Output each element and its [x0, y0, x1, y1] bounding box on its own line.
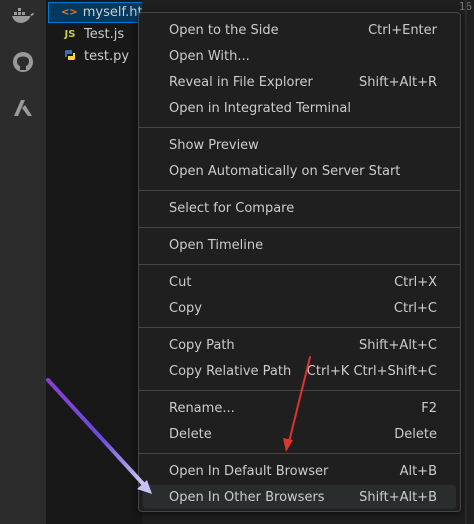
menu-item-reveal-in-file-explorer[interactable]: Reveal in File Explorer Shift+Alt+R [143, 70, 456, 94]
menu-item-open-with[interactable]: Open With... [143, 44, 456, 68]
menu-item-label: Rename... [169, 400, 235, 416]
javascript-file-icon: JS [64, 29, 76, 40]
menu-item-copy[interactable]: Copy Ctrl+C [143, 296, 456, 320]
file-name: test.py [84, 49, 130, 64]
menu-item-label: Cut [169, 274, 192, 290]
menu-item-label: Show Preview [169, 137, 259, 153]
menu-item-shortcut: Ctrl+Enter [368, 22, 437, 38]
menu-item-copy-relative-path[interactable]: Copy Relative Path Ctrl+K Ctrl+Shift+C [143, 359, 456, 383]
menu-item-shortcut: Shift+Alt+R [359, 74, 437, 90]
file-item-test-js[interactable]: JS Test.js [48, 24, 144, 45]
menu-item-cut[interactable]: Cut Ctrl+X [143, 270, 456, 294]
menu-item-shortcut: Delete [394, 426, 437, 442]
menu-item-open-in-default-browser[interactable]: Open In Default Browser Alt+B [143, 459, 456, 483]
menu-item-label: Open In Default Browser [169, 463, 329, 479]
menu-item-shortcut: Shift+Alt+B [359, 489, 437, 505]
menu-item-label: Select for Compare [169, 200, 295, 216]
file-name: Test.js [84, 27, 125, 42]
menu-item-rename[interactable]: Rename... F2 [143, 396, 456, 420]
menu-item-label: Open to the Side [169, 22, 279, 38]
vscode-window: <> myself.html JS Test.js test.py 16 Ope… [0, 0, 474, 524]
file-name: myself.html [82, 5, 144, 20]
menu-item-copy-path[interactable]: Copy Path Shift+Alt+C [143, 333, 456, 357]
menu-item-label: Open In Other Browsers [169, 489, 325, 505]
menu-item-label: Open With... [169, 48, 250, 64]
context-menu: Open to the Side Ctrl+Enter Open With... Re… [138, 12, 461, 512]
docker-icon[interactable] [9, 2, 37, 30]
menu-separator [139, 190, 460, 191]
menu-separator [139, 327, 460, 328]
menu-separator [139, 127, 460, 128]
menu-item-open-automatically-on-server-start[interactable]: Open Automatically on Server Start [143, 159, 456, 183]
python-file-icon [61, 49, 79, 64]
menu-item-label: Copy Path [169, 337, 235, 353]
menu-separator [139, 390, 460, 391]
menu-item-delete[interactable]: Delete Delete [143, 422, 456, 446]
menu-item-label: Open Timeline [169, 237, 264, 253]
file-item-myself-html[interactable]: <> myself.html [48, 2, 144, 23]
menu-item-label: Open Automatically on Server Start [169, 163, 401, 179]
menu-item-label: Copy [169, 300, 202, 316]
file-item-test-py[interactable]: test.py [48, 46, 144, 67]
menu-item-shortcut: Ctrl+K Ctrl+Shift+C [306, 363, 437, 379]
menu-item-shortcut: Ctrl+X [394, 274, 437, 290]
explorer-sidebar [46, 0, 142, 524]
menu-item-open-in-integrated-terminal[interactable]: Open in Integrated Terminal [143, 96, 456, 120]
menu-item-open-timeline[interactable]: Open Timeline [143, 233, 456, 257]
menu-item-shortcut: F2 [421, 400, 437, 416]
menu-item-label: Delete [169, 426, 212, 442]
menu-separator [139, 264, 460, 265]
editor-scrollbar[interactable] [465, 0, 467, 524]
menu-separator [139, 453, 460, 454]
menu-item-shortcut: Ctrl+C [393, 300, 437, 316]
menu-item-show-preview[interactable]: Show Preview [143, 133, 456, 157]
menu-item-open-in-other-browsers[interactable]: Open In Other Browsers Shift+Alt+B [143, 485, 456, 509]
github-icon[interactable] [9, 48, 37, 76]
activity-bar [0, 0, 47, 524]
menu-item-open-to-the-side[interactable]: Open to the Side Ctrl+Enter [143, 18, 456, 42]
menu-item-label: Reveal in File Explorer [169, 74, 313, 90]
html-file-icon: <> [61, 7, 78, 18]
menu-item-shortcut: Shift+Alt+C [358, 337, 437, 353]
azure-icon[interactable] [9, 94, 37, 122]
menu-item-label: Open in Integrated Terminal [169, 100, 351, 116]
menu-item-shortcut: Alt+B [399, 463, 437, 479]
menu-item-label: Copy Relative Path [169, 363, 292, 379]
menu-item-select-for-compare[interactable]: Select for Compare [143, 196, 456, 220]
menu-separator [139, 227, 460, 228]
